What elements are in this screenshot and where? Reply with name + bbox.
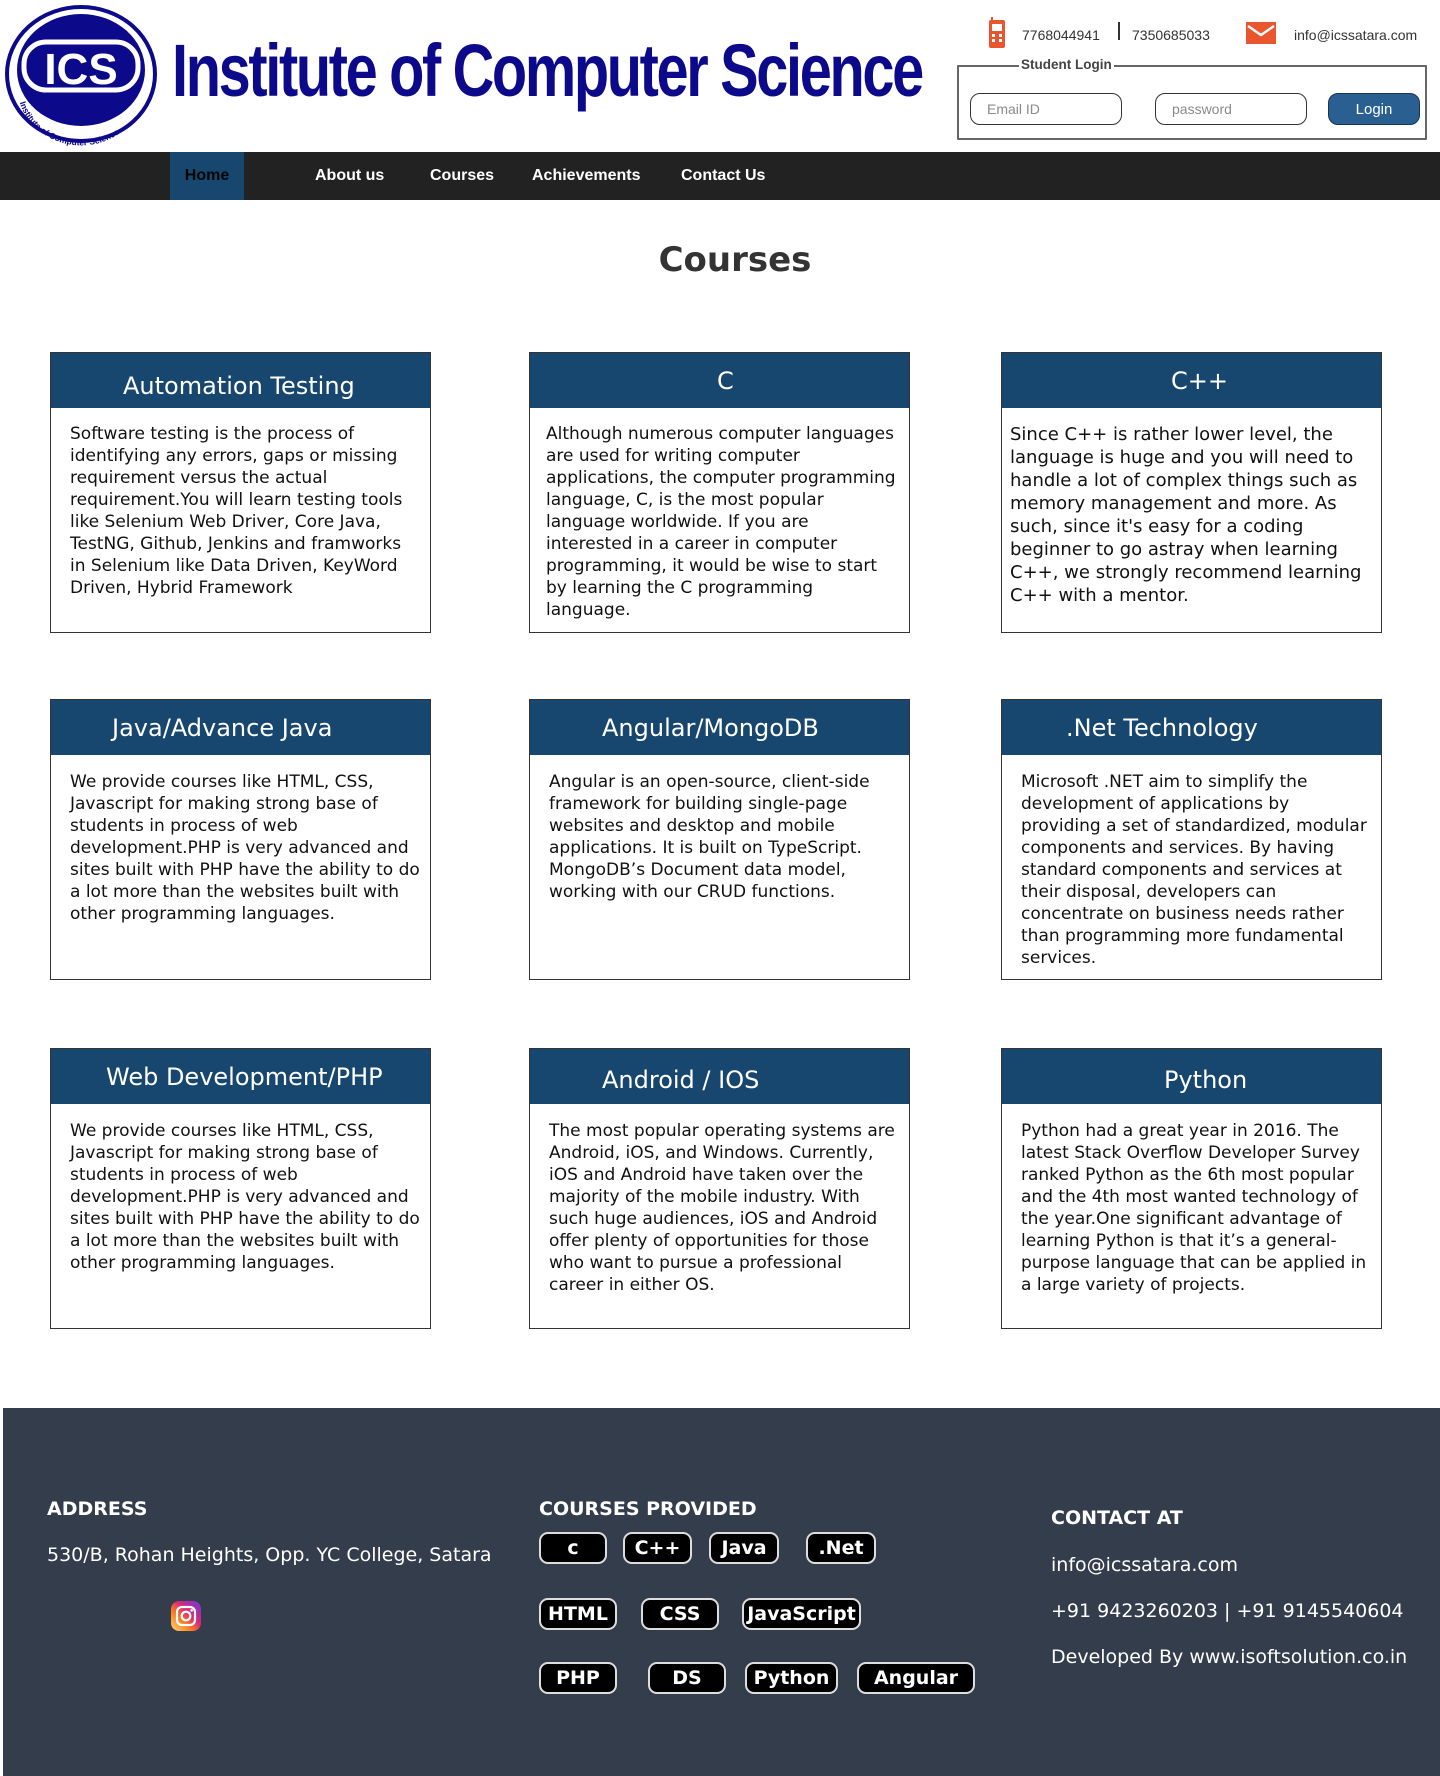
course-chip-c[interactable]: c	[539, 1532, 607, 1564]
phone-number-1[interactable]: 7768044941	[1022, 27, 1100, 43]
course-description: Software testing is the process of ident…	[70, 424, 403, 598]
course-card-cpp[interactable]: C++ Since C++ is rather lower level, the…	[1001, 352, 1382, 633]
phone-icon	[989, 17, 1005, 48]
course-card-header: C++	[1002, 353, 1381, 408]
logo-initials: ICS	[44, 45, 117, 94]
course-card-dotnet[interactable]: .Net Technology Microsoft .NET aim to si…	[1001, 699, 1382, 980]
address-heading: ADDRESS	[47, 1498, 148, 1520]
course-card-header: Python	[1002, 1049, 1381, 1104]
course-card-header: C	[530, 353, 909, 408]
course-description: We provide courses like HTML, CSS, Javas…	[70, 772, 420, 924]
course-chip-ds[interactable]: DS	[648, 1662, 726, 1694]
course-card-header: Android / IOS	[530, 1049, 909, 1104]
password-input[interactable]	[1155, 93, 1307, 125]
login-legend: Student Login	[1019, 57, 1114, 72]
course-description: Angular is an open-source, client-side f…	[549, 772, 870, 902]
course-title: Automation Testing	[123, 372, 355, 400]
course-description: Python had a great year in 2016. The lat…	[1021, 1121, 1367, 1295]
nav-about-us[interactable]: About us	[315, 152, 384, 200]
course-title: .Net Technology	[1066, 714, 1258, 742]
course-chip-dotnet[interactable]: .Net	[806, 1532, 876, 1564]
course-card-android-ios[interactable]: Android / IOS The most popular operating…	[529, 1048, 910, 1329]
course-card-automation-testing[interactable]: Automation Testing Software testing is t…	[50, 352, 431, 633]
course-title: Python	[1164, 1066, 1248, 1094]
student-login-form: Student Login Login	[957, 57, 1427, 140]
course-title: Angular/MongoDB	[602, 714, 819, 742]
mail-icon	[1246, 22, 1276, 44]
course-chip-javascript[interactable]: JavaScript	[742, 1598, 861, 1630]
course-title: C++	[1171, 367, 1228, 395]
course-chip-angular[interactable]: Angular	[857, 1662, 975, 1694]
course-card-c[interactable]: C Although numerous computer languages a…	[529, 352, 910, 633]
instagram-icon[interactable]	[170, 1600, 202, 1632]
course-chip-html[interactable]: HTML	[539, 1598, 617, 1630]
ics-logo[interactable]: ICS Institute of Computer Science.	[4, 4, 158, 148]
login-button[interactable]: Login	[1328, 93, 1420, 125]
course-title: Android / IOS	[602, 1066, 760, 1094]
nav-home[interactable]: Home	[170, 152, 244, 200]
course-chip-php[interactable]: PHP	[539, 1662, 617, 1694]
nav-achievements[interactable]: Achievements	[532, 152, 641, 200]
footer-phones[interactable]: +91 9423260203 | +91 9145540604	[1051, 1600, 1404, 1622]
course-description: The most popular operating systems are A…	[549, 1121, 895, 1295]
email-input[interactable]	[970, 93, 1122, 125]
phone-separator	[1118, 22, 1120, 40]
course-title: Java/Advance Java	[112, 714, 333, 742]
course-card-header: .Net Technology	[1002, 700, 1381, 755]
course-chip-java[interactable]: Java	[709, 1532, 779, 1564]
course-title: Web Development/PHP	[106, 1063, 383, 1091]
course-card-header: Automation Testing	[51, 353, 430, 408]
course-description: We provide courses like HTML, CSS, Javas…	[70, 1121, 420, 1273]
courses-provided-heading: COURSES PROVIDED	[539, 1498, 757, 1520]
site-header: ICS Institute of Computer Science. Insti…	[0, 0, 1440, 152]
footer-email[interactable]: info@icssatara.com	[1051, 1554, 1238, 1576]
nav-contact-us[interactable]: Contact Us	[681, 152, 765, 200]
nav-courses[interactable]: Courses	[430, 152, 494, 200]
course-chip-python[interactable]: Python	[745, 1662, 838, 1694]
course-card-header: Angular/MongoDB	[530, 700, 909, 755]
course-chip-cpp[interactable]: C++	[623, 1532, 692, 1564]
site-title: Institute of Computer Science	[172, 29, 924, 112]
main-nav: Home About us Courses Achievements Conta…	[0, 152, 1440, 200]
phone-number-2[interactable]: 7350685033	[1132, 27, 1210, 43]
course-title: C	[717, 367, 734, 395]
course-chip-css[interactable]: CSS	[641, 1598, 719, 1630]
course-card-header: Java/Advance Java	[51, 700, 430, 755]
address-text: 530/B, Rohan Heights, Opp. YC College, S…	[47, 1544, 492, 1566]
course-description: Since C++ is rather lower level, the lan…	[1010, 424, 1362, 606]
course-card-java[interactable]: Java/Advance Java We provide courses lik…	[50, 699, 431, 980]
course-card-angular-mongodb[interactable]: Angular/MongoDB Angular is an open-sourc…	[529, 699, 910, 980]
page-title: Courses	[658, 240, 812, 280]
course-description: Microsoft .NET aim to simplify the devel…	[1021, 772, 1367, 968]
course-card-header: Web Development/PHP	[51, 1049, 430, 1104]
header-email[interactable]: info@icssatara.com	[1294, 27, 1417, 43]
header-contact-strip: 7768044941 7350685033 info@icssatara.com	[984, 14, 1440, 58]
site-footer: ADDRESS 530/B, Rohan Heights, Opp. YC Co…	[3, 1408, 1440, 1776]
course-card-python[interactable]: Python Python had a great year in 2016. …	[1001, 1048, 1382, 1329]
contact-heading: CONTACT AT	[1051, 1507, 1183, 1529]
course-card-web-development-php[interactable]: Web Development/PHP We provide courses l…	[50, 1048, 431, 1329]
course-description: Although numerous computer languages are…	[546, 424, 896, 620]
developed-by[interactable]: Developed By www.isoftsolution.co.in	[1051, 1646, 1407, 1668]
